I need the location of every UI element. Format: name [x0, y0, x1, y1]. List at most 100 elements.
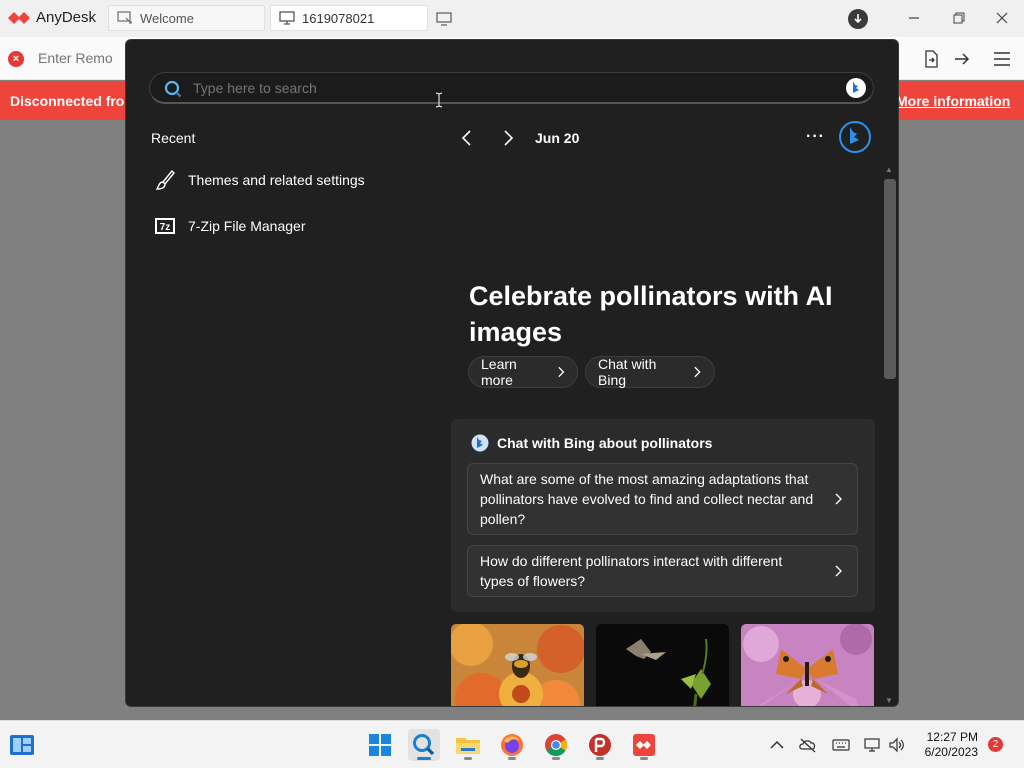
- date-label: Jun 20: [535, 130, 580, 146]
- chevron-up-icon[interactable]: [768, 737, 786, 753]
- running-indicator: [508, 757, 516, 760]
- bing-icon[interactable]: [845, 77, 867, 99]
- recent-heading: Recent: [151, 130, 196, 146]
- folder-icon: [456, 738, 480, 754]
- pdf-app-icon: [589, 734, 611, 756]
- firefox-button[interactable]: [496, 729, 528, 761]
- chrome-button[interactable]: [540, 729, 572, 761]
- clock[interactable]: 12:27 PM 6/20/2023: [916, 730, 978, 760]
- new-tab-icon[interactable]: [435, 9, 453, 27]
- account-download-icon[interactable]: [847, 8, 869, 30]
- search-flyout: Recent Themes and related settings 7z 7-…: [125, 39, 899, 707]
- more-information-link[interactable]: More information: [896, 93, 1010, 109]
- arrow-right-icon[interactable]: [953, 50, 971, 68]
- active-indicator: [417, 757, 431, 760]
- button-label: Learn more: [481, 356, 517, 388]
- suggested-question[interactable]: How do different pollinators interact wi…: [467, 545, 858, 597]
- anydesk-icon: [633, 734, 655, 756]
- bing-logo-icon[interactable]: [838, 120, 872, 154]
- pdf-app-button[interactable]: [584, 729, 616, 761]
- recent-item-7zip[interactable]: 7z 7-Zip File Manager: [154, 210, 424, 242]
- recent-item-label: Themes and related settings: [188, 172, 365, 188]
- bee-image-graphic: [451, 624, 584, 706]
- 7zip-icon-text: 7z: [160, 222, 171, 233]
- tab-label: Welcome: [140, 10, 194, 26]
- widgets-icon: [10, 735, 34, 755]
- chevron-right-icon: [835, 493, 842, 505]
- clock-time: 12:27 PM: [926, 730, 978, 744]
- chrome-icon: [545, 734, 567, 756]
- previous-day-icon[interactable]: [456, 127, 478, 149]
- hamburger-menu-icon[interactable]: [993, 50, 1011, 68]
- scrollbar[interactable]: ▲ ▼: [882, 165, 898, 705]
- chat-card-title-text: Chat with Bing about pollinators: [497, 435, 713, 451]
- question-text: How do different pollinators interact wi…: [480, 553, 783, 589]
- chat-with-bing-card: Chat with Bing about pollinators What ar…: [451, 419, 875, 612]
- butterfly-on-flower-image[interactable]: [741, 624, 874, 706]
- windows-logo-icon: [369, 734, 391, 756]
- suggested-question[interactable]: What are some of the most amazing adapta…: [467, 463, 858, 535]
- scroll-down-icon[interactable]: ▼: [885, 696, 893, 705]
- search-input[interactable]: [193, 79, 793, 97]
- scroll-up-icon[interactable]: ▲: [885, 165, 893, 174]
- paintbrush-icon: [154, 169, 176, 191]
- close-button[interactable]: [989, 6, 1015, 30]
- notification-badge[interactable]: 2: [988, 737, 1003, 752]
- text-cursor-icon: [435, 92, 443, 108]
- chat-with-bing-button[interactable]: Chat with Bing: [585, 356, 715, 388]
- butterfly-image-graphic: [741, 624, 874, 706]
- recent-item-label: 7-Zip File Manager: [188, 218, 306, 234]
- volume-icon[interactable]: [888, 737, 906, 753]
- minimize-icon: [909, 17, 919, 19]
- search-icon: [164, 80, 182, 98]
- 7zip-icon: 7z: [154, 215, 176, 237]
- question-text: What are some of the most amazing adapta…: [480, 471, 814, 527]
- anydesk-logo-icon: [8, 12, 30, 24]
- tab-label: 1619078021: [302, 10, 375, 26]
- taskbar-search-button[interactable]: [408, 729, 440, 761]
- clock-date: 6/20/2023: [924, 745, 978, 759]
- tab-remote-session[interactable]: 1619078021: [270, 5, 428, 31]
- anydesk-titlebar: AnyDesk Welcome 1619078021: [0, 0, 1024, 37]
- welcome-icon: [117, 11, 132, 24]
- remote-address-input[interactable]: [38, 47, 128, 69]
- chevron-right-icon: [558, 366, 565, 378]
- running-indicator: [596, 757, 604, 760]
- search-icon: [413, 734, 435, 756]
- running-indicator: [464, 757, 472, 760]
- network-icon[interactable]: [864, 737, 882, 753]
- scrollbar-thumb[interactable]: [884, 179, 896, 379]
- bing-chat-icon: [471, 434, 489, 452]
- bat-at-flower-image[interactable]: [596, 624, 729, 706]
- button-label: Chat with Bing: [598, 356, 657, 388]
- start-button[interactable]: [364, 729, 396, 761]
- widgets-button[interactable]: [6, 729, 38, 761]
- running-indicator: [640, 757, 648, 760]
- disconnect-status-icon: ×: [8, 51, 24, 67]
- chat-card-title: Chat with Bing about pollinators: [471, 434, 712, 452]
- file-transfer-icon[interactable]: [922, 50, 940, 68]
- keyboard-icon[interactable]: [832, 737, 850, 753]
- chevron-right-icon: [835, 565, 842, 577]
- more-options-button[interactable]: ···: [806, 128, 825, 146]
- monitor-icon: [279, 11, 295, 25]
- restore-icon: [953, 12, 965, 24]
- learn-more-button[interactable]: Learn more: [468, 356, 578, 388]
- recent-item-themes[interactable]: Themes and related settings: [154, 164, 424, 196]
- banner-message: Disconnected fro: [10, 93, 125, 109]
- running-indicator: [552, 757, 560, 760]
- restore-button[interactable]: [946, 6, 972, 30]
- chevron-right-icon: [694, 366, 702, 378]
- file-explorer-button[interactable]: [452, 729, 484, 761]
- minimize-button[interactable]: [901, 6, 927, 30]
- search-box[interactable]: [149, 72, 874, 104]
- anydesk-taskbar-button[interactable]: [628, 729, 660, 761]
- onedrive-icon[interactable]: [799, 737, 817, 753]
- tab-welcome[interactable]: Welcome: [108, 5, 265, 31]
- close-icon: [996, 12, 1008, 24]
- taskbar: 12:27 PM 6/20/2023: [0, 720, 1024, 768]
- next-day-icon[interactable]: [497, 127, 519, 149]
- headline[interactable]: Celebrate pollinators with AI images: [469, 278, 869, 350]
- app-title: AnyDesk: [36, 9, 97, 26]
- bee-on-flowers-image[interactable]: [451, 624, 584, 706]
